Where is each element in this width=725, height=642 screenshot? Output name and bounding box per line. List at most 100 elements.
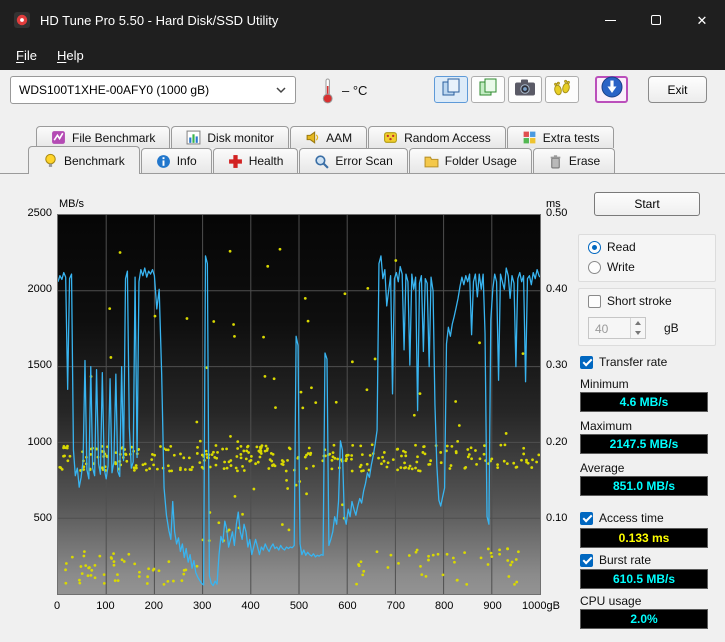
tab-label: Benchmark (64, 154, 125, 168)
tab-error-scan[interactable]: Error Scan (299, 148, 407, 173)
tab-info[interactable]: Info (141, 148, 212, 173)
menu-help[interactable]: Help (47, 44, 94, 67)
tab-label: Health (249, 154, 284, 168)
copy-text-button[interactable] (471, 76, 505, 103)
tab-aam[interactable]: AAM (290, 126, 367, 148)
burst-rate-label: Burst rate (599, 553, 651, 567)
app-window: HD Tune Pro 5.50 - Hard Disk/SSD Utility… (0, 0, 725, 642)
read-radio[interactable] (588, 241, 601, 254)
transfer-rate-label: Transfer rate (599, 355, 667, 369)
access-time-checkbox[interactable] (580, 512, 593, 525)
tab-random-access[interactable]: Random Access (368, 126, 506, 148)
short-stroke-checkbox[interactable] (588, 295, 601, 308)
cpu-usage-label: CPU usage (580, 594, 641, 608)
magnifier-icon (314, 154, 329, 169)
close-icon: ✕ (697, 14, 708, 27)
maximum-label: Maximum (580, 419, 632, 433)
copy-screenshot-button[interactable] (434, 76, 468, 103)
drive-selector-value: WDS100T1XHE-00AFY0 (1000 gB) (19, 83, 275, 97)
tab-label: Extra tests (543, 131, 600, 145)
save-screenshot-button[interactable] (508, 76, 542, 103)
average-value: 851.0 MB/s (580, 476, 708, 496)
tab-disk-monitor[interactable]: Disk monitor (171, 126, 289, 148)
cpu-usage-value: 2.0% (580, 609, 708, 629)
access-time-row: Access time (580, 511, 664, 525)
tab-strip-secondary: File Benchmark Disk monitor AAM Random A… (36, 126, 615, 148)
minimize-button[interactable] (587, 0, 633, 40)
window-controls: ✕ (587, 0, 725, 40)
drive-selector[interactable]: WDS100T1XHE-00AFY0 (1000 gB) (10, 76, 296, 104)
tab-label: Folder Usage (445, 154, 517, 168)
minimum-value: 4.6 MB/s (580, 392, 708, 412)
tab-label: File Benchmark (72, 131, 155, 145)
speaker-icon (305, 130, 320, 145)
burst-rate-row: Burst rate (580, 553, 651, 567)
maximize-button[interactable] (633, 0, 679, 40)
benchmark-plot (57, 214, 541, 595)
minimum-label: Minimum (580, 377, 629, 391)
write-label: Write (607, 260, 635, 274)
average-label: Average (580, 461, 624, 475)
thermometer-icon (320, 77, 335, 109)
stepper-buttons (630, 318, 645, 338)
window-title: HD Tune Pro 5.50 - Hard Disk/SSD Utility (40, 13, 278, 28)
burst-rate-value: 610.5 MB/s (580, 569, 708, 589)
download-arrow-icon (600, 75, 624, 104)
tab-extra-tests[interactable]: Extra tests (507, 126, 615, 148)
maximize-icon (651, 15, 661, 25)
chevron-down-icon (275, 86, 287, 94)
stepper-up-button[interactable] (631, 318, 645, 328)
close-button[interactable]: ✕ (679, 0, 725, 40)
tab-health[interactable]: Health (213, 148, 299, 173)
copy-pages-green-icon (477, 77, 499, 102)
toolbar: WDS100T1XHE-00AFY0 (1000 gB) – °C Exit (0, 70, 725, 115)
short-stroke-row: Short stroke (588, 294, 672, 308)
short-stroke-stepper[interactable]: 40 (588, 317, 646, 339)
app-icon (14, 12, 30, 28)
benchmark-run-button[interactable] (545, 76, 579, 103)
tab-strip-primary: Benchmark Info Health Error Scan Folder … (28, 148, 616, 173)
exit-button[interactable]: Exit (648, 76, 707, 103)
tab-label: Random Access (404, 131, 491, 145)
disk-monitor-icon (186, 130, 201, 145)
down-arrow-icon (635, 331, 641, 335)
titlebar: HD Tune Pro 5.50 - Hard Disk/SSD Utility… (0, 0, 725, 40)
feet-icon (551, 78, 573, 102)
stepper-down-button[interactable] (631, 328, 645, 338)
transfer-rate-row: Transfer rate (580, 355, 667, 369)
menu-file[interactable]: File (6, 44, 47, 67)
file-benchmark-icon (51, 130, 66, 145)
read-radio-row: Read (588, 240, 636, 254)
minimize-icon (605, 20, 616, 21)
transfer-rate-checkbox[interactable] (580, 356, 593, 369)
short-stroke-value: 40 (589, 318, 630, 338)
maximum-value: 2147.5 MB/s (580, 434, 708, 454)
info-icon (156, 154, 171, 169)
up-arrow-icon (635, 321, 641, 325)
tab-file-benchmark[interactable]: File Benchmark (36, 126, 170, 148)
save-results-button[interactable] (595, 76, 628, 103)
start-button[interactable]: Start (594, 192, 700, 216)
tab-benchmark[interactable]: Benchmark (28, 146, 140, 174)
tab-erase[interactable]: Erase (533, 148, 615, 173)
grid-icon (522, 130, 537, 145)
trash-icon (548, 154, 563, 169)
burst-rate-checkbox[interactable] (580, 554, 593, 567)
tab-label: Info (177, 154, 197, 168)
write-radio-row: Write (588, 260, 635, 274)
short-stroke-unit: gB (664, 321, 679, 335)
red-cross-icon (228, 154, 243, 169)
dice-icon (383, 130, 398, 145)
tab-label: Error Scan (335, 154, 392, 168)
tab-label: AAM (326, 131, 352, 145)
copy-pages-blue-icon (440, 77, 462, 102)
short-stroke-label: Short stroke (607, 294, 672, 308)
tab-folder-usage[interactable]: Folder Usage (409, 148, 532, 173)
menubar: File Help (0, 40, 725, 70)
tab-label: Erase (569, 154, 600, 168)
camera-icon (514, 78, 536, 102)
tab-label: Disk monitor (207, 131, 274, 145)
access-time-label: Access time (599, 511, 664, 525)
write-radio[interactable] (588, 261, 601, 274)
temperature-readout: – °C (342, 83, 367, 98)
